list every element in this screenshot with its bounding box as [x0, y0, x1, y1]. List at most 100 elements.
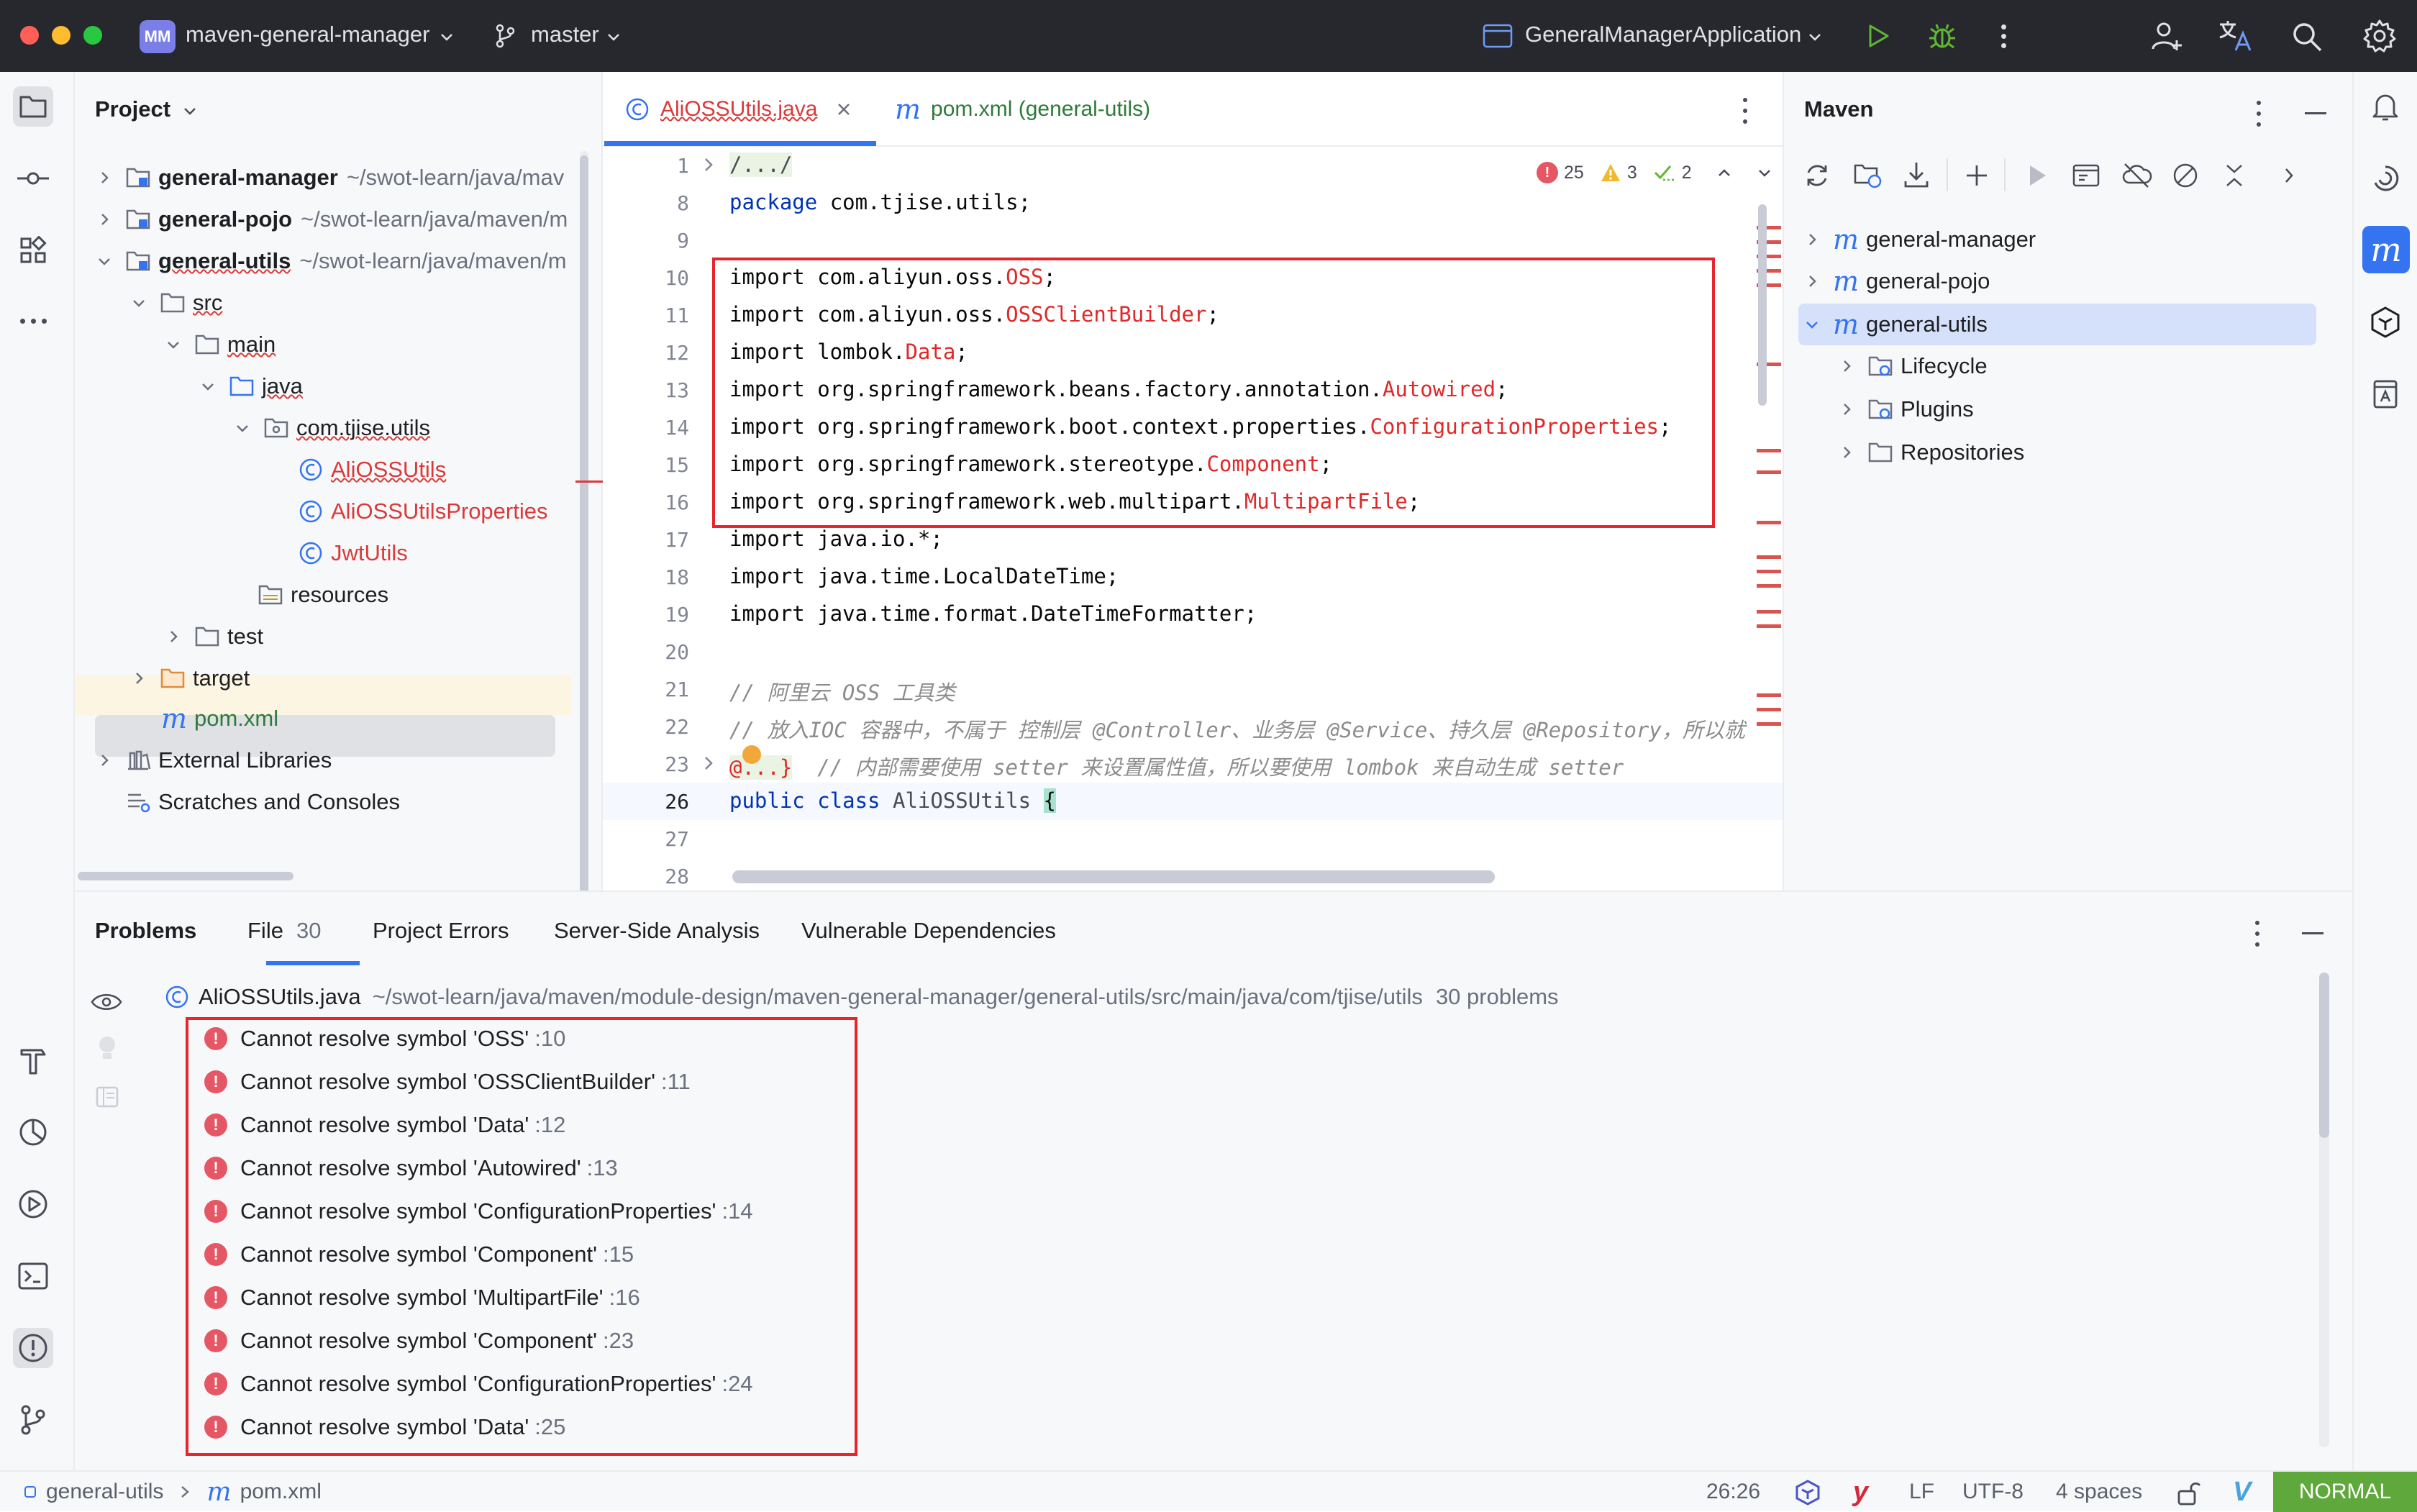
chevron-right-icon[interactable] — [1804, 273, 1820, 289]
run-configuration-selector[interactable]: GeneralManagerApplication — [1525, 22, 1801, 47]
add-icon[interactable] — [1964, 163, 1990, 188]
profiler-tool-icon[interactable] — [13, 1112, 53, 1152]
tree-row-package[interactable]: com.tjise.utils — [235, 407, 430, 449]
download-icon[interactable] — [1902, 160, 1931, 190]
breadcrumb-file[interactable]: pom.xml — [240, 1480, 322, 1504]
tab-pom-xml[interactable]: m pom.xml (general-utils) — [895, 72, 1150, 147]
minimize-window-button[interactable] — [52, 26, 70, 45]
chevron-right-icon[interactable] — [96, 170, 112, 186]
run-maven-build-icon[interactable] — [2024, 161, 2050, 190]
maven-row-repositories[interactable]: Repositories — [1839, 432, 2024, 473]
chevron-right-icon[interactable] — [2280, 165, 2298, 186]
chevron-right-icon[interactable] — [131, 670, 147, 686]
unlock-icon[interactable] — [2175, 1479, 2201, 1506]
project-panel-title[interactable]: Project — [95, 96, 170, 122]
plugin-status-icon[interactable] — [1794, 1479, 1821, 1506]
chevron-right-icon[interactable] — [96, 211, 112, 227]
maven-row-lifecycle[interactable]: Lifecycle — [1839, 345, 1988, 387]
tab-file[interactable]: File 30 — [247, 918, 321, 944]
maven-options-icon[interactable] — [2254, 101, 2263, 127]
chevron-right-icon[interactable] — [165, 629, 181, 645]
tab-server-side-analysis[interactable]: Server-Side Analysis — [554, 918, 760, 944]
gradle-plugin-icon[interactable] — [2365, 302, 2405, 342]
services-tool-icon[interactable] — [13, 1184, 53, 1224]
tab-alioss-utils[interactable]: AliOSSUtils.java — [624, 72, 852, 147]
tree-row-external-libraries[interactable]: External Libraries — [96, 739, 332, 781]
chevron-right-icon[interactable] — [1839, 401, 1854, 417]
folded-code[interactable]: /.../ — [729, 152, 793, 177]
maven-row-general-pojo[interactable]: m general-pojo — [1804, 260, 1990, 302]
translate-icon[interactable] — [2217, 17, 2254, 55]
ai-assistant-icon[interactable] — [2365, 158, 2405, 199]
chevron-down-icon[interactable] — [131, 295, 147, 311]
chevron-right-icon[interactable] — [1839, 358, 1854, 374]
problems-scrollbar[interactable] — [2319, 973, 2329, 1447]
skip-tests-icon[interactable] — [2171, 161, 2200, 190]
maven-row-plugins[interactable]: Plugins — [1839, 388, 1974, 430]
file-encoding[interactable]: UTF-8 — [1962, 1472, 2024, 1512]
maven-row-general-manager[interactable]: m general-manager — [1804, 219, 2036, 260]
lightbulb-icon[interactable] — [96, 1034, 118, 1063]
fold-icon[interactable] — [701, 754, 716, 773]
line-separator[interactable]: LF — [1909, 1472, 1934, 1512]
tree-row-general-pojo[interactable]: general-pojo ~/swot-learn/java/maven/m — [96, 199, 568, 240]
caret-position[interactable]: 26:26 — [1706, 1472, 1760, 1512]
yaml-plugin-icon[interactable]: y — [1853, 1472, 1868, 1512]
vim-mode-badge[interactable]: NORMAL — [2273, 1472, 2417, 1512]
project-tool-icon[interactable] — [13, 86, 53, 127]
settings-gear-icon[interactable] — [2362, 19, 2397, 53]
zoom-window-button[interactable] — [83, 26, 102, 45]
tree-row-java[interactable]: java — [200, 365, 303, 407]
indent-setting[interactable]: 4 spaces — [2056, 1472, 2142, 1512]
execute-goal-icon[interactable] — [2072, 161, 2100, 190]
terminal-tool-icon[interactable] — [13, 1256, 53, 1296]
run-icon[interactable] — [1863, 22, 1892, 50]
collapse-all-icon[interactable] — [2220, 161, 2249, 190]
tree-row-class-alioss-properties[interactable]: AliOSSUtilsProperties — [298, 491, 547, 532]
tree-row-src[interactable]: src — [131, 282, 222, 324]
chevron-down-icon[interactable] — [1804, 316, 1820, 332]
chevron-down-icon[interactable] — [165, 337, 181, 352]
problems-file-row[interactable]: AliOSSUtils.java ~/swot-learn/java/maven… — [164, 977, 1559, 1017]
add-user-icon[interactable] — [2149, 19, 2184, 53]
tree-row-scratches[interactable]: Scratches and Consoles — [125, 781, 400, 823]
git-tool-icon[interactable] — [13, 1400, 53, 1440]
eye-icon[interactable] — [91, 991, 122, 1013]
notifications-icon[interactable] — [2365, 86, 2405, 127]
close-window-button[interactable] — [20, 26, 39, 45]
maven-tool-icon[interactable]: m — [2362, 226, 2410, 273]
project-badge[interactable]: MM — [140, 20, 176, 53]
tabs-more-icon[interactable] — [1741, 98, 1749, 124]
hide-panel-icon[interactable] — [2305, 112, 2326, 114]
chevron-down-icon[interactable] — [200, 378, 216, 394]
folded-annotations[interactable]: @...} — [729, 755, 793, 780]
chevron-right-icon[interactable] — [96, 752, 112, 768]
tree-row-test[interactable]: test — [165, 616, 263, 657]
problems-options-icon[interactable] — [2253, 921, 2262, 947]
tree-row-main[interactable]: main — [165, 324, 276, 365]
editor-horizontal-scrollbar[interactable] — [732, 870, 1495, 883]
tab-vulnerable-dependencies[interactable]: Vulnerable Dependencies — [801, 918, 1056, 944]
maven-row-general-utils[interactable]: m general-utils — [1804, 304, 1988, 345]
chevron-down-icon[interactable] — [96, 253, 112, 269]
tree-row-target[interactable]: target — [131, 657, 250, 699]
search-icon[interactable] — [2290, 20, 2323, 53]
chevron-right-icon[interactable] — [1839, 445, 1854, 460]
horizontal-scrollbar[interactable] — [78, 872, 293, 880]
reload-icon[interactable] — [1803, 161, 1831, 190]
tree-row-general-manager[interactable]: general-manager ~/swot-learn/java/mav — [96, 157, 564, 199]
tab-project-errors[interactable]: Project Errors — [373, 918, 509, 944]
tree-row-resources[interactable]: resources — [229, 574, 388, 616]
database-tool-icon[interactable] — [2365, 374, 2405, 414]
breadcrumb-module[interactable]: general-utils — [46, 1480, 163, 1504]
chevron-down-icon[interactable] — [183, 104, 197, 118]
lightbulb-icon[interactable] — [742, 745, 761, 764]
tree-row-general-utils[interactable]: general-utils ~/swot-learn/java/maven/m — [96, 240, 567, 282]
fold-icon[interactable] — [701, 155, 716, 174]
branch-switcher[interactable]: master — [531, 22, 599, 47]
commit-tool-icon[interactable] — [13, 158, 53, 199]
preview-icon[interactable] — [95, 1085, 119, 1109]
vim-plugin-icon[interactable]: V — [2233, 1472, 2251, 1512]
more-actions-icon[interactable] — [1993, 19, 2014, 53]
chevron-right-icon[interactable] — [1804, 232, 1820, 247]
